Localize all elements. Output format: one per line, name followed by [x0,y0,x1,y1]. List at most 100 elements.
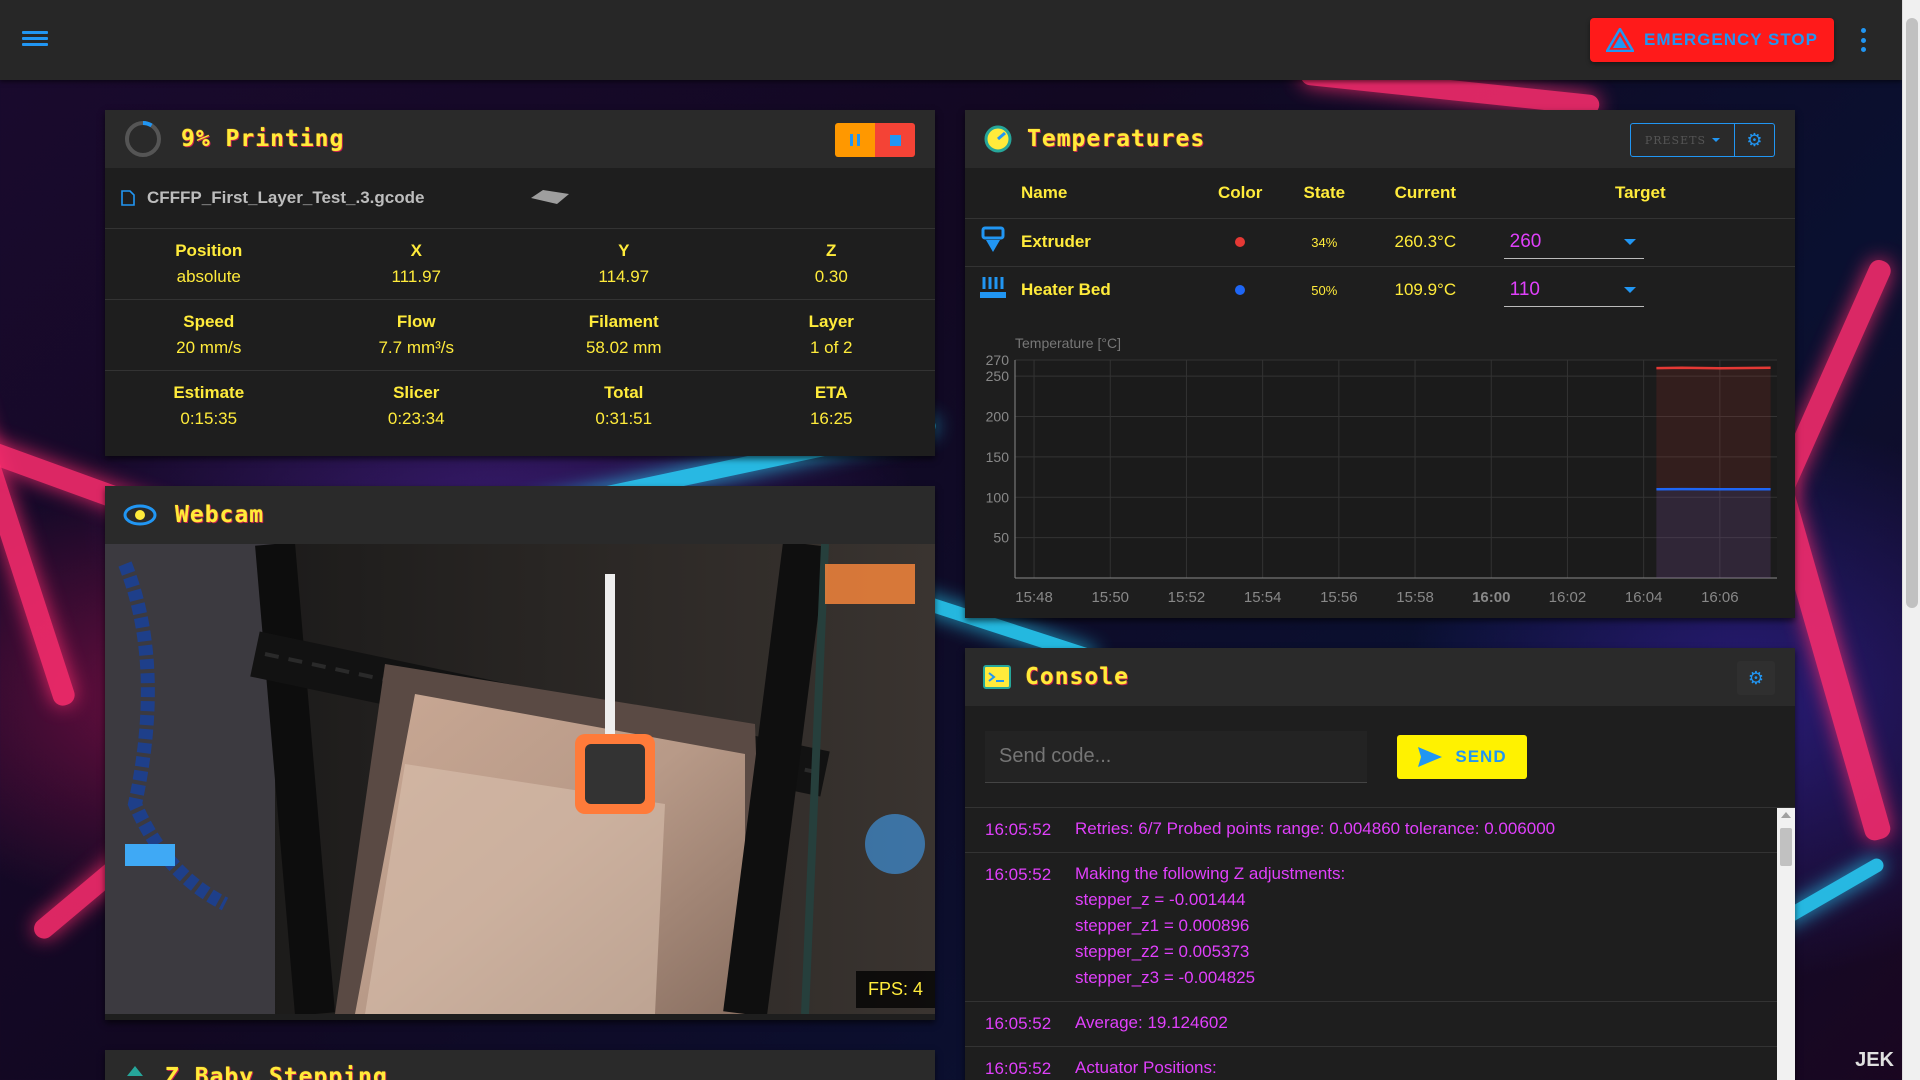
column-header-current: Current [1394,182,1457,202]
status-cell: Filament 58.02 mm [520,312,728,358]
file-row: CFFFP_First_Layer_Test_.3.gcode [105,168,935,228]
status-cell: X 111.97 [313,241,521,287]
chart-x-tick-label: 16:06 [1701,589,1739,606]
chevron-down-icon [1623,286,1636,293]
stop-button[interactable] [875,123,915,157]
console-line: 16:05:52 Actuator Positions: [965,1047,1777,1080]
status-cell: Layer 1 of 2 [728,312,936,358]
status-value: 0.30 [814,267,848,286]
watermark-text: JEK [1855,1049,1894,1071]
console-scrollbar[interactable] [1777,808,1795,1080]
status-cell: Position absolute [105,241,313,287]
status-row: Speed 20 mm/s Flow 7.7 mm³/s Filament 58.02 m… [105,299,935,370]
status-label: Speed [183,312,235,331]
console-line: 16:05:52 Retries: 6/7 Probed points range… [965,808,1777,853]
temperatures-panel: Temperatures PRESETS ⚙ Name Color State … [965,110,1795,618]
temperature-settings-button[interactable]: ⚙ [1735,123,1775,157]
emergency-stop-label: EMERGENCY STOP [1644,30,1818,49]
console-message: Making the following Z adjustments: step… [1075,864,1346,987]
status-value: 0:31:51 [595,409,653,428]
warning-icon [1606,28,1635,52]
temperature-chart: Temperature [°C] 50 100 150 200 250 270 15:48 15… [965,314,1795,610]
status-panel: 9% Printing CFFFP_First_Layer_Test_.3.gc… [105,110,935,456]
status-value: 20 mm/s [176,338,242,357]
heater-row: Heater Bed 50% 109.9°C 110 [965,265,1795,314]
more-options-icon[interactable] [1858,28,1868,52]
heater-color-dot[interactable] [1235,285,1246,296]
temperature-chart-svg: Temperature [°C] 50 100 150 200 250270 15:48 15… [986,335,1777,606]
status-value: 0:23:34 [387,409,445,428]
heater-name: Heater Bed [1021,265,1197,314]
emergency-stop-button[interactable]: EMERGENCY STOP [1590,18,1834,62]
temperatures-title: Temperatures [1027,126,1206,152]
console-timestamp: 16:05:52 [985,1059,1052,1078]
scroll-up-arrow[interactable] [1781,812,1791,818]
chart-x-tick-label: 16:04 [1625,589,1663,606]
send-label: SEND [1455,746,1507,766]
console-timestamp: 16:05:52 [985,1014,1052,1033]
status-cell: Speed 20 mm/s [105,312,313,358]
heater-state: 50% [1283,265,1366,314]
chart-x-tick-label: 15:50 [1091,589,1129,606]
webcam-feed: FPS: 4 [105,544,935,1014]
chevron-down-icon [1623,238,1636,245]
console-input-row: SEND [965,706,1795,808]
heater-color-dot[interactable] [1235,237,1246,247]
console-panel: Console ⚙ SEND 16:05:52 Retries: 6/7 Prob… [965,648,1795,1080]
chart-x-tick-label: 15:58 [1396,589,1434,606]
status-value: 7.7 mm³/s [378,338,455,357]
column-header-state: State [1303,182,1346,202]
console-settings-button[interactable]: ⚙ [1737,661,1775,695]
gear-icon: ⚙ [1747,667,1765,688]
chart-x-tick-label: 16:00 [1472,589,1510,606]
console-message: Actuator Positions: [1075,1058,1217,1077]
chart-y-tick-label: 100 [986,489,1010,505]
send-icon [1418,746,1443,767]
heater-target-select[interactable]: 260 [1503,225,1644,259]
app-bar: EMERGENCY STOP [0,0,1902,80]
status-label: Z [826,241,837,260]
chart-x-tick-label: 15:54 [1244,589,1282,606]
status-cell: ETA 16:25 [728,383,936,429]
status-value: 111.97 [391,267,441,286]
status-value: 58.02 mm [585,338,662,357]
chart-y-tick-label: 270 [986,352,1010,368]
console-command-input[interactable] [985,730,1367,783]
chart-x-tick-label: 16:02 [1549,589,1587,606]
menu-icon[interactable] [22,28,48,52]
heater-target-select[interactable]: 110 [1503,273,1644,308]
pause-button[interactable] [835,123,875,157]
heater-current: 260.3°C [1365,217,1486,266]
status-label: Layer [808,312,854,331]
chart-x-tick-label: 15:52 [1168,589,1206,606]
heater-target-value: 110 [1509,278,1540,300]
status-title: 9% Printing [181,126,345,152]
status-label: Total [604,383,644,402]
status-label: Slicer [393,383,440,402]
gear-icon: ⚙ [1746,129,1763,150]
webcam-panel: Webcam FPS: 4 [105,486,935,1020]
page-scrollbar[interactable] [1902,0,1920,1080]
extruder-icon [980,226,1006,258]
page-scroll-thumb[interactable] [1906,18,1918,608]
status-value: 0:15:35 [180,409,238,428]
status-cell: Total 0:31:51 [520,383,728,429]
status-cell: Estimate 0:15:35 [105,383,313,429]
webcam-title: Webcam [175,502,265,528]
column-header-name: Name [1021,182,1068,202]
status-label: Filament [588,312,659,331]
status-label: ETA [814,383,848,402]
status-label: Estimate [173,383,245,402]
chart-x-tick-label: 15:56 [1320,589,1358,606]
status-row: Position absolute X 111.97 Y 114.97 Z 0.30 [105,228,935,299]
status-grid: Position absolute X 111.97 Y 114.97 Z 0.30 Speed… [105,228,935,441]
send-button[interactable]: SEND [1397,734,1527,779]
presets-button[interactable]: PRESETS [1629,123,1735,157]
fps-indicator: FPS: 4 [855,971,935,1008]
console-scroll-thumb[interactable] [1780,828,1792,866]
heater-target-value: 260 [1509,230,1542,252]
chart-y-axis-label: Temperature [°C] [1015,335,1121,351]
chart-y-tick-label: 150 [986,449,1010,465]
column-header-target: Target [1614,182,1666,202]
console-timestamp: 16:05:52 [985,865,1052,884]
